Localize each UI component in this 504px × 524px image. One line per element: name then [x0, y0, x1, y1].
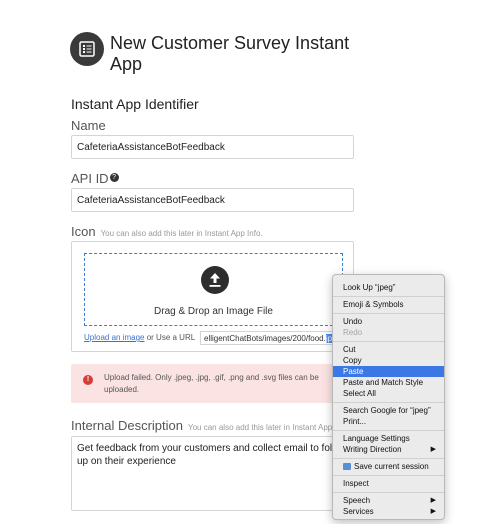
upload-options-row: Upload an image or Use a URL — [84, 333, 195, 342]
menu-item-language-settings[interactable]: Language Settings — [333, 433, 444, 444]
menu-separator — [333, 341, 444, 342]
name-label: Name — [71, 118, 106, 133]
menu-separator — [333, 458, 444, 459]
page-title: New Customer Survey Instant App — [110, 33, 350, 74]
description-label-row: Internal Description You can also add thi… — [71, 418, 341, 433]
submenu-arrow-icon: ▶ — [430, 508, 436, 515]
writing-direction-label: Writing Direction — [343, 445, 402, 454]
upload-icon — [201, 266, 229, 294]
menu-item-save-session[interactable]: Save current session — [333, 461, 444, 472]
menu-item-paste[interactable]: Paste — [333, 366, 444, 377]
or-url-text: or Use a URL — [146, 333, 196, 342]
submenu-arrow-icon: ▶ — [430, 446, 436, 453]
list-form-icon — [70, 32, 104, 66]
description-label: Internal Description — [71, 418, 183, 433]
help-icon[interactable]: ? — [109, 173, 119, 182]
services-label: Services — [343, 507, 374, 516]
menu-item-select-all[interactable]: Select All — [333, 388, 444, 399]
api-id-input[interactable]: CafeteriaAssistanceBotFeedback — [71, 188, 354, 212]
menu-item-redo[interactable]: Redo — [333, 327, 444, 338]
image-url-input[interactable]: elligentChatBots/images/200/food.jpeg — [200, 331, 350, 345]
menu-separator — [333, 313, 444, 314]
name-input[interactable]: CafeteriaAssistanceBotFeedback — [71, 135, 354, 159]
menu-item-services[interactable]: Services ▶ — [333, 506, 444, 517]
api-id-label: API ID — [71, 171, 109, 186]
error-icon: ! — [83, 375, 93, 385]
api-id-label-row: API ID? — [71, 171, 119, 186]
submenu-arrow-icon: ▶ — [430, 497, 436, 504]
session-buddy-icon — [343, 463, 351, 470]
menu-separator — [333, 492, 444, 493]
menu-separator — [333, 296, 444, 297]
error-message: Upload failed. Only .jpeg, .jpg, .gif, .… — [104, 373, 319, 394]
dropzone-text: Drag & Drop an Image File — [154, 306, 273, 317]
menu-separator — [333, 430, 444, 431]
upload-image-link[interactable]: Upload an image — [84, 333, 144, 342]
icon-label-row: Icon You can also add this later in Insta… — [71, 224, 263, 239]
context-menu: Look Up “jpeg” Emoji & Symbols Undo Redo… — [332, 274, 445, 520]
menu-item-print[interactable]: Print... — [333, 416, 444, 427]
menu-item-emoji[interactable]: Emoji & Symbols — [333, 299, 444, 310]
section-title-identifier: Instant App Identifier — [71, 96, 199, 112]
menu-separator — [333, 475, 444, 476]
menu-separator — [333, 402, 444, 403]
menu-item-paste-match-style[interactable]: Paste and Match Style — [333, 377, 444, 388]
upload-error-alert: ! Upload failed. Only .jpeg, .jpg, .gif,… — [71, 364, 361, 403]
image-dropzone[interactable]: Drag & Drop an Image File — [84, 253, 343, 326]
menu-item-cut[interactable]: Cut — [333, 344, 444, 355]
menu-item-writing-direction[interactable]: Writing Direction ▶ — [333, 444, 444, 455]
menu-item-undo[interactable]: Undo — [333, 316, 444, 327]
icon-upload-panel: Drag & Drop an Image File Upload an imag… — [71, 241, 354, 352]
menu-item-speech[interactable]: Speech ▶ — [333, 495, 444, 506]
save-session-label: Save current session — [354, 462, 429, 471]
description-textarea[interactable]: Get feedback from your customers and col… — [71, 436, 361, 511]
icon-label: Icon — [71, 224, 96, 239]
menu-item-look-up[interactable]: Look Up “jpeg” — [333, 282, 444, 293]
menu-item-search-google[interactable]: Search Google for “jpeg” — [333, 405, 444, 416]
description-helper-text: You can also add this later in Instant A… — [188, 423, 342, 432]
speech-label: Speech — [343, 496, 371, 505]
menu-item-inspect[interactable]: Inspect — [333, 478, 444, 489]
menu-item-copy[interactable]: Copy — [333, 355, 444, 366]
icon-helper-text: You can also add this later in Instant A… — [100, 229, 263, 238]
url-input-text: elligentChatBots/images/200/food. — [204, 334, 326, 343]
